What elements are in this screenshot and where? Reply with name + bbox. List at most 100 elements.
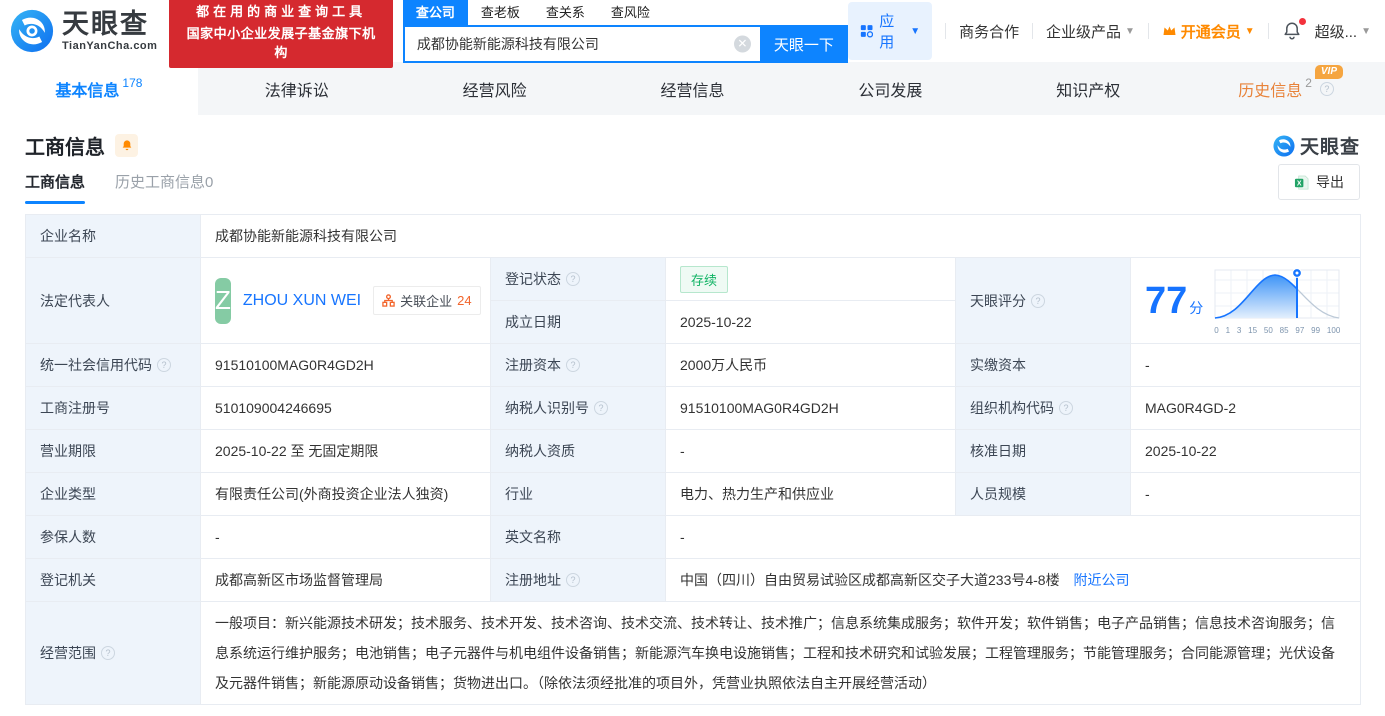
tab-legal-lawsuit[interactable]: 法律诉讼 — [198, 62, 396, 115]
business-info-table: 企业名称 成都协能新能源科技有限公司 法定代表人 Z ZHOU XUN WEI … — [25, 214, 1362, 705]
label-legal-rep: 法定代表人 — [25, 257, 201, 344]
value-credit-code: 91510100MAG0R4GD2H — [200, 343, 491, 387]
notifications-bell[interactable] — [1282, 18, 1306, 41]
section-header: 工商信息 天眼查 — [0, 115, 1385, 160]
search-tab-relation[interactable]: 查关系 — [533, 0, 598, 25]
value-taxpayer-quality: - — [665, 429, 956, 473]
subscribe-bell-button[interactable] — [115, 134, 138, 157]
crown-icon — [1163, 26, 1176, 35]
logo-domain-text: TianYanCha.com — [62, 39, 158, 52]
label-business-term: 营业期限 — [25, 429, 201, 473]
divider — [945, 23, 947, 39]
promo-line2: 国家中小企业发展子基金旗下机构 — [186, 26, 376, 60]
apps-menu[interactable]: 应用 ▼ — [847, 2, 933, 60]
search-tabs: 查公司 查老板 查关系 查风险 — [402, 0, 848, 25]
nav-business-coop[interactable]: 商务合作 — [959, 21, 1019, 42]
value-reg-capital: 2000万人民币 — [665, 343, 956, 387]
nav-open-vip[interactable]: 开通会员 ▼ — [1162, 21, 1255, 42]
apps-grid-icon — [860, 25, 874, 38]
value-staff-size: - — [1129, 472, 1362, 516]
value-company-name: 成都协能新能源科技有限公司 — [199, 214, 1362, 258]
value-taxpayer-id: 91510100MAG0R4GD2H — [665, 386, 956, 430]
caret-down-icon: ▼ — [910, 25, 921, 37]
label-paid-capital: 实缴资本 — [955, 343, 1131, 387]
promo-banner: 都在用的商业查询工具 国家中小企业发展子基金旗下机构 — [169, 0, 393, 68]
export-button[interactable]: X 导出 — [1278, 164, 1360, 200]
search-button[interactable]: 天眼一下 — [759, 25, 848, 63]
label-reg-capital: 注册资本 ? — [490, 343, 666, 387]
help-icon[interactable]: ? — [566, 358, 580, 372]
help-icon[interactable]: ? — [566, 272, 580, 286]
value-business-term: 2025-10-22 至 无固定期限 — [200, 429, 491, 473]
watermark-text: 天眼查 — [1299, 137, 1360, 158]
help-icon[interactable]: ? — [1059, 401, 1073, 415]
label-reg-status: 登记状态 ? — [490, 257, 666, 301]
company-tab-bar: 基本信息 178 法律诉讼 经营风险 经营信息 公司发展 知识产权 VIP 历史… — [0, 62, 1385, 115]
help-icon[interactable]: ? — [101, 646, 115, 660]
score-axis-ticks: 01 3 15 50 85 97 99 100 — [1214, 326, 1341, 335]
tab-intellectual-property[interactable]: 知识产权 — [989, 62, 1187, 115]
related-label: 关联企业 — [400, 294, 453, 309]
score-curve-chart[interactable]: 01 3 15 50 85 97 99 100 — [1213, 266, 1341, 335]
help-icon[interactable]: ? — [157, 358, 171, 372]
apps-label: 应用 — [879, 13, 895, 51]
promo-line1: 都在用的商业查询工具 — [196, 4, 367, 19]
label-org-code: 组织机构代码 ? — [955, 386, 1131, 430]
search-input[interactable] — [404, 27, 760, 61]
search-area: 查公司 查老板 查关系 查风险 ✕ 天眼一下 — [402, 0, 848, 63]
value-business-scope: 一般项目：新兴能源技术研发；技术服务、技术开发、技术咨询、技术交流、技术转让、技… — [199, 601, 1362, 705]
related-count: 24 — [457, 293, 472, 308]
help-icon[interactable]: ? — [1319, 81, 1334, 96]
tab-operation-info[interactable]: 经营信息 — [594, 62, 792, 115]
value-reg-number: 510109004246695 — [200, 386, 491, 430]
nearby-companies-link[interactable]: 附近公司 — [1073, 572, 1129, 588]
related-companies-badge[interactable]: 关联企业 24 — [373, 286, 481, 315]
help-icon[interactable]: ? — [566, 573, 580, 587]
label-reg-number: 工商注册号 — [25, 386, 201, 430]
notification-dot — [1298, 18, 1306, 25]
section-title: 工商信息 — [25, 137, 105, 159]
svg-text:X: X — [1297, 180, 1302, 187]
logo-brand-text: 天眼查 — [62, 8, 149, 39]
search-tab-risk[interactable]: 查风险 — [598, 0, 663, 25]
label-reg-address: 注册地址 ? — [490, 558, 666, 602]
value-insured-count: - — [200, 515, 491, 559]
tab-basic-info-count: 178 — [122, 76, 143, 90]
tab-basic-info[interactable]: 基本信息 178 — [0, 62, 198, 115]
tab-operation-risk[interactable]: 经营风险 — [396, 62, 594, 115]
tab-history-info[interactable]: VIP 历史信息 2 ? — [1187, 62, 1385, 115]
value-reg-status: 存续 — [665, 257, 956, 301]
label-business-scope: 经营范围 ? — [25, 601, 201, 705]
label-reg-authority: 登记机关 — [25, 558, 201, 602]
divider — [1267, 23, 1269, 39]
value-establish-date: 2025-10-22 — [665, 300, 956, 344]
help-icon[interactable]: ? — [594, 401, 608, 415]
value-reg-address: 中国（四川）自由贸易试验区成都高新区交子大道233号4-8楼 附近公司 — [664, 558, 1362, 602]
legal-rep-avatar[interactable]: Z — [215, 277, 231, 324]
vip-badge: VIP — [1314, 65, 1344, 79]
value-company-type: 有限责任公司(外商投资企业法人独资) — [200, 472, 491, 516]
tianyancha-logo[interactable]: 天眼查 TianYanCha.com — [10, 9, 157, 53]
value-org-code: MAG0R4GD-2 — [1129, 386, 1362, 430]
subtab-history-business-info[interactable]: 历史工商信息0 — [115, 171, 213, 204]
label-company-name: 企业名称 — [25, 214, 201, 258]
label-english-name: 英文名称 — [490, 515, 666, 559]
caret-down-icon: ▼ — [1361, 25, 1372, 37]
help-icon[interactable]: ? — [1031, 293, 1045, 308]
nav-account[interactable]: 超级... ▼ — [1315, 21, 1371, 42]
value-industry: 电力、热力生产和供应业 — [665, 472, 956, 516]
search-box: ✕ — [402, 25, 760, 63]
legal-rep-link[interactable]: ZHOU XUN WEI — [243, 292, 361, 310]
search-tab-boss[interactable]: 查老板 — [468, 0, 533, 25]
label-industry: 行业 — [490, 472, 666, 516]
nav-enterprise-product[interactable]: 企业级产品 ▼ — [1046, 21, 1135, 42]
subtab-row: 工商信息 历史工商信息0 X 导出 — [0, 160, 1385, 204]
reg-address-text: 中国（四川）自由贸易试验区成都高新区交子大道233号4-8楼 — [680, 572, 1060, 588]
clear-search-icon[interactable]: ✕ — [733, 35, 751, 53]
top-header: 天眼查 TianYanCha.com 都在用的商业查询工具 国家中小企业发展子基… — [0, 0, 1385, 68]
search-tab-company[interactable]: 查公司 — [402, 0, 468, 25]
value-english-name: - — [664, 515, 1362, 559]
tab-company-development[interactable]: 公司发展 — [791, 62, 989, 115]
subtab-business-info[interactable]: 工商信息 — [25, 171, 86, 204]
value-paid-capital: - — [1129, 343, 1362, 387]
